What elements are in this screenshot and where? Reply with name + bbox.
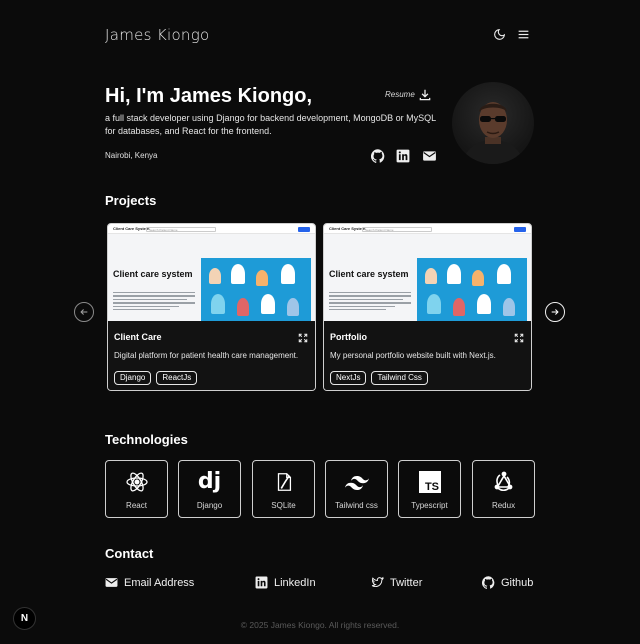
resume-link[interactable]: Resume [385, 90, 415, 99]
shot-search-text: Search Patient Name [146, 226, 216, 232]
projects-title: Projects [105, 193, 157, 208]
shot-search-text: Search Patient Name [362, 226, 432, 232]
contact-github-label: Github [501, 576, 534, 589]
shot-heading-text: Client care system [329, 269, 409, 279]
nextjs-dev-badge[interactable]: N [13, 607, 36, 630]
technologies-title: Technologies [105, 432, 188, 447]
shot-heading-text: Client care system [113, 269, 193, 279]
arrow-right-icon [551, 309, 559, 315]
github-icon[interactable] [370, 149, 385, 163]
tech-label: Django [196, 501, 223, 510]
project-screenshot: Client Care System Search Patient Name C… [108, 224, 315, 321]
tech-label: SQLite [271, 501, 296, 510]
linkedin-icon[interactable] [396, 149, 410, 163]
tech-card-typescript[interactable]: TS Typescript [398, 460, 461, 518]
tech-card-sqlite[interactable]: SQLite [252, 460, 315, 518]
github-icon [482, 576, 495, 589]
tech-card-django[interactable]: dj Django [178, 460, 241, 518]
tech-card-redux[interactable]: Redux [472, 460, 535, 518]
contact-github-link[interactable]: Github [482, 576, 533, 589]
tech-card-react[interactable]: React [105, 460, 168, 518]
shot-brand-text: Client Care System [329, 226, 366, 231]
project-title: Client Care [114, 332, 162, 342]
contact-linkedin-link[interactable]: LinkedIn [255, 576, 316, 589]
contact-email-link[interactable]: Email Address [105, 576, 194, 589]
redux-icon [492, 470, 516, 494]
linkedin-icon [255, 576, 268, 589]
project-screenshot: Client Care System Search Patient Name C… [324, 224, 531, 321]
svg-text:TS: TS [424, 481, 438, 493]
tag-django: Django [114, 371, 152, 385]
location-text: Nairobi, Kenya [105, 151, 158, 160]
tech-label: Tailwind css [335, 501, 378, 510]
contact-email-label: Email Address [124, 576, 195, 589]
hero-title: Hi, I'm James Kiongo, [105, 85, 313, 107]
avatar [452, 82, 534, 164]
mail-icon[interactable] [422, 149, 436, 163]
tag-tailwind-css: Tailwind Css [371, 371, 428, 385]
project-card-portfolio[interactable]: Client Care System Search Patient Name C… [323, 223, 532, 391]
contact-title: Contact [105, 546, 154, 561]
download-icon[interactable] [418, 88, 432, 102]
project-description: Digital platform for patient health care… [114, 351, 299, 360]
react-icon [125, 470, 149, 494]
contact-linkedin-label: LinkedIn [274, 576, 316, 589]
expand-icon[interactable] [298, 330, 308, 343]
twitter-icon [371, 576, 384, 588]
project-card-client-care[interactable]: Client Care System Search Patient Name C… [107, 223, 316, 391]
contact-twitter-link[interactable]: Twitter [371, 576, 422, 589]
expand-icon[interactable] [514, 330, 524, 343]
tailwind-icon [344, 470, 369, 494]
shot-brand-text: Client Care System [113, 226, 150, 231]
hero-description: a full stack developer using Django for … [105, 113, 436, 136]
carousel-next-button[interactable] [545, 302, 565, 322]
contact-twitter-label: Twitter [390, 576, 423, 589]
sqlite-icon [272, 470, 296, 494]
carousel-prev-button[interactable] [74, 302, 94, 322]
tag-nextjs: NextJs [330, 371, 367, 385]
brand-name[interactable]: James Kiongo [105, 26, 210, 44]
project-description: My personal portfolio website built with… [330, 351, 496, 360]
arrow-left-icon [80, 309, 88, 315]
hamburger-menu-icon[interactable] [515, 26, 531, 42]
moon-icon[interactable] [491, 26, 507, 42]
typescript-icon: TS [418, 470, 442, 494]
tag-reactjs: ReactJs [156, 371, 198, 385]
tech-label: React [126, 501, 147, 510]
django-icon: dj [197, 469, 222, 494]
tech-label: Redux [491, 501, 516, 510]
mail-icon [105, 578, 118, 587]
footer-copyright: © 2025 James Kiongo. All rights reserved… [240, 620, 400, 630]
project-title: Portfolio [330, 332, 367, 342]
tech-card-tailwind[interactable]: Tailwind css [325, 460, 388, 518]
tech-label: Typescript [411, 501, 448, 510]
